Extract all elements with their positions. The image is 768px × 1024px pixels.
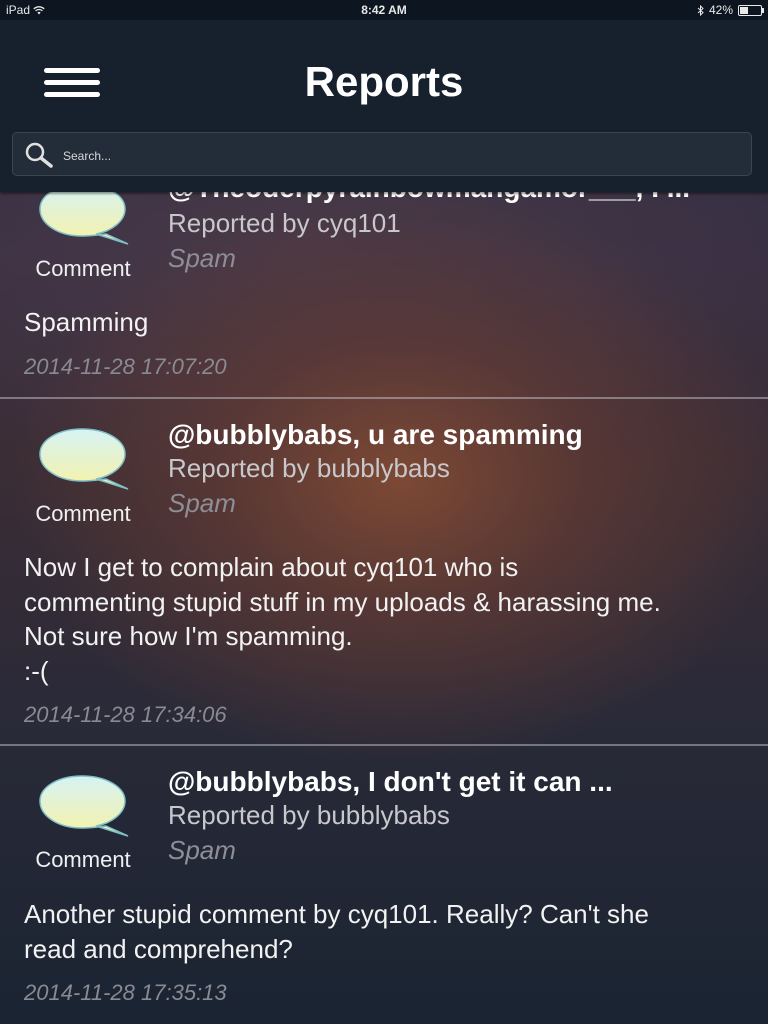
report-body: Now I get to complain about cyq101 who i… [24, 552, 661, 686]
category-label: Spam [168, 488, 236, 518]
reporter-label: Reported by bubblybabs [168, 453, 450, 483]
report-item[interactable]: Comment @bubblybabs, u are spamming Repo… [0, 399, 768, 744]
category-label: Spam [168, 243, 236, 273]
type-label: Comment [35, 501, 131, 526]
category-label: Spam [168, 835, 236, 865]
search-icon [25, 142, 53, 168]
report-item[interactable]: Comment @bubblybabs, I don't get it can … [0, 746, 768, 1024]
comment-bubble-icon [39, 775, 129, 837]
report-timestamp: 2014-11-28 17:35:13 [24, 980, 227, 1005]
search-input[interactable] [61, 144, 725, 168]
navigation-bar: Reports [0, 20, 768, 192]
type-label: Comment [35, 847, 131, 872]
search-bar[interactable] [12, 132, 752, 176]
report-timestamp: 2014-11-28 17:07:20 [24, 354, 227, 379]
comment-bubble-icon [39, 428, 129, 490]
report-timestamp: 2014-11-28 17:34:06 [24, 702, 227, 727]
reporter-label: Reported by bubblybabs [168, 800, 450, 830]
reporter-label: Reported by cyq101 [168, 208, 401, 238]
report-title: @bubblybabs, I don't get it can ... [168, 766, 613, 797]
type-label: Comment [35, 256, 131, 281]
report-body: Spamming [24, 307, 149, 337]
report-title: @bubblybabs, u are spamming [168, 419, 583, 450]
page-title: Reports [304, 58, 464, 105]
report-body: Another stupid comment by cyq101. Really… [24, 899, 649, 964]
